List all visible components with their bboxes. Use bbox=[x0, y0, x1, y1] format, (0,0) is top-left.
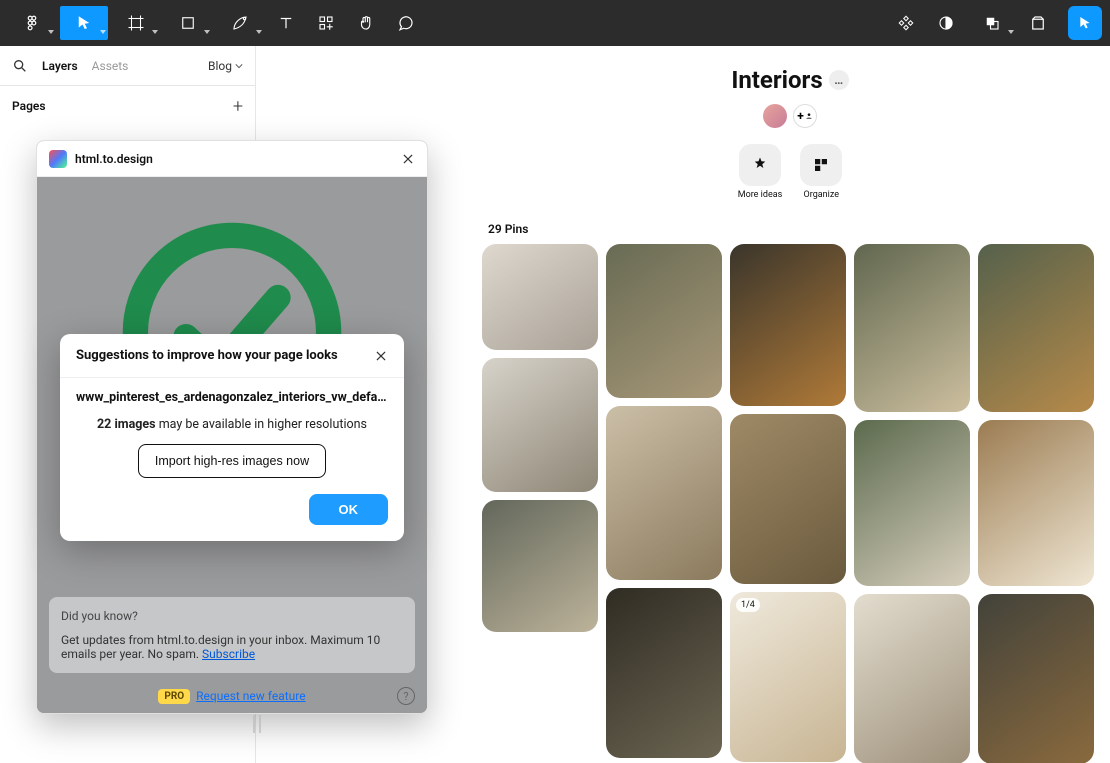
plugin-title: html.to.design bbox=[75, 152, 393, 166]
shape-tool-button[interactable] bbox=[164, 6, 212, 40]
panel-resize-handle[interactable] bbox=[248, 710, 266, 738]
mask-icon[interactable] bbox=[928, 6, 964, 40]
figma-menu-button[interactable] bbox=[8, 6, 56, 40]
user-avatar[interactable] bbox=[763, 104, 787, 128]
pin-thumbnail[interactable] bbox=[730, 244, 846, 406]
pin-thumbnail[interactable] bbox=[854, 420, 970, 586]
present-button[interactable] bbox=[1068, 6, 1102, 40]
pin-thumbnail[interactable] bbox=[730, 414, 846, 584]
modal-url: www_pinterest_es_ardenagonzalez_interior… bbox=[76, 390, 388, 405]
plugin-app-icon bbox=[49, 150, 67, 168]
help-icon[interactable]: ? bbox=[397, 687, 415, 705]
subscribe-link[interactable]: Subscribe bbox=[202, 647, 255, 661]
pin-thumbnail[interactable] bbox=[854, 244, 970, 412]
suggestions-modal: Suggestions to improve how your page loo… bbox=[60, 334, 404, 541]
chevron-down-icon bbox=[235, 62, 243, 70]
assets-tab[interactable]: Assets bbox=[92, 59, 129, 73]
more-ideas-label: More ideas bbox=[738, 190, 783, 200]
close-icon[interactable] bbox=[374, 349, 388, 363]
pen-tool-button[interactable] bbox=[216, 6, 264, 40]
ok-button[interactable]: OK bbox=[309, 494, 389, 525]
pin-thumbnail[interactable] bbox=[978, 420, 1094, 586]
pin-thumbnail[interactable] bbox=[482, 244, 598, 350]
pin-thumbnail[interactable] bbox=[978, 244, 1094, 412]
layers-tab[interactable]: Layers bbox=[42, 59, 78, 73]
comment-tool-button[interactable] bbox=[388, 6, 424, 40]
pin-thumbnail[interactable] bbox=[606, 588, 722, 758]
search-icon[interactable] bbox=[12, 58, 28, 74]
import-highres-button[interactable]: Import high-res images now bbox=[138, 444, 326, 478]
pin-count: 29 Pins bbox=[488, 222, 1098, 236]
components-icon[interactable] bbox=[888, 6, 924, 40]
doc-name-dropdown[interactable]: Blog bbox=[208, 59, 243, 73]
pinterest-board: Interiors … More ideas Organize 2 bbox=[470, 46, 1110, 763]
pin-thumbnail[interactable] bbox=[978, 594, 1094, 763]
did-you-know-card: Did you know? Get updates from html.to.d… bbox=[49, 597, 415, 673]
hand-tool-button[interactable] bbox=[348, 6, 384, 40]
organize-button[interactable] bbox=[800, 144, 842, 186]
frame-tool-button[interactable] bbox=[112, 6, 160, 40]
move-tool-button[interactable] bbox=[60, 6, 108, 40]
did-you-know-heading: Did you know? bbox=[61, 609, 403, 623]
resources-button[interactable] bbox=[308, 6, 344, 40]
doc-name-label: Blog bbox=[208, 59, 232, 73]
figma-toolbar bbox=[0, 0, 1110, 46]
pin-thumbnail[interactable] bbox=[606, 244, 722, 398]
text-tool-button[interactable] bbox=[268, 6, 304, 40]
boolean-ops-button[interactable] bbox=[968, 6, 1016, 40]
pin-count-badge: 1/4 bbox=[736, 598, 760, 612]
pro-badge: PRO bbox=[158, 689, 190, 704]
board-title: Interiors bbox=[731, 66, 822, 94]
pin-grid: 1/4 bbox=[482, 244, 1098, 763]
add-page-button[interactable]: + bbox=[233, 96, 243, 117]
images-tail: may be available in higher resolutions bbox=[156, 417, 367, 432]
more-ideas-button[interactable] bbox=[739, 144, 781, 186]
pin-thumbnail[interactable] bbox=[482, 500, 598, 632]
invite-button[interactable] bbox=[793, 104, 817, 128]
organize-label: Organize bbox=[804, 190, 839, 200]
pin-thumbnail[interactable] bbox=[606, 406, 722, 580]
pin-thumbnail[interactable] bbox=[482, 358, 598, 492]
images-count: 22 images bbox=[97, 417, 156, 432]
pin-thumbnail[interactable]: 1/4 bbox=[730, 592, 846, 762]
modal-title: Suggestions to improve how your page loo… bbox=[76, 348, 338, 363]
dev-mode-icon[interactable] bbox=[1020, 6, 1056, 40]
pin-thumbnail[interactable] bbox=[854, 594, 970, 763]
pages-label: Pages bbox=[12, 99, 46, 113]
close-icon[interactable] bbox=[401, 152, 415, 166]
board-more-button[interactable]: … bbox=[829, 70, 849, 90]
request-feature-link[interactable]: Request new feature bbox=[196, 689, 305, 703]
